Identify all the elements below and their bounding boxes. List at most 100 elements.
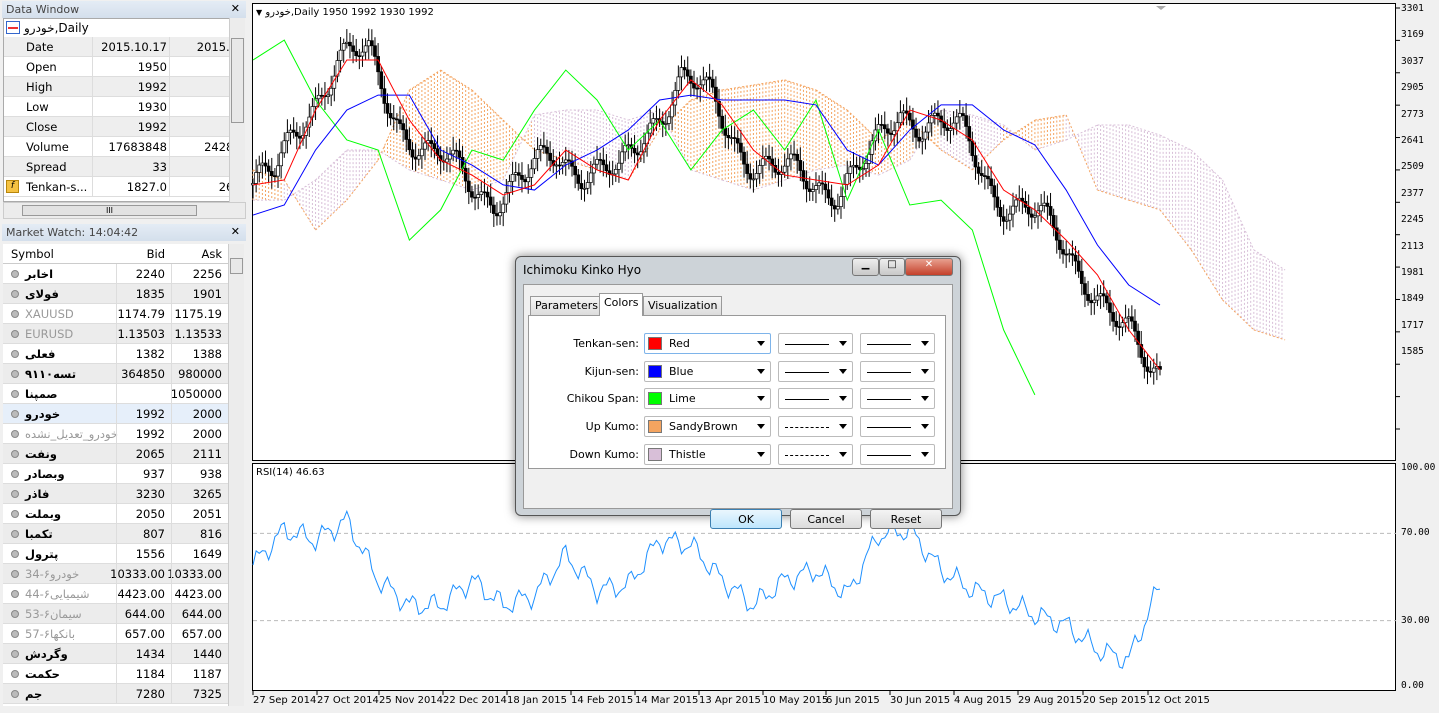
market-watch-row[interactable]: جم 7280 7325 [3, 684, 228, 704]
line-style-select[interactable] [778, 416, 853, 438]
market-watch-row[interactable]: خودرو_تعدیل_نشده 1992 2000 [3, 424, 228, 444]
divider [116, 344, 117, 364]
reset-button[interactable]: Reset [870, 509, 942, 529]
candle-body [704, 76, 709, 81]
market-watch-row[interactable]: فاذر 3230 3265 [3, 484, 228, 504]
candle-body [529, 168, 534, 178]
tab-colors[interactable]: Colors [599, 293, 644, 316]
line-width-select[interactable] [860, 416, 935, 438]
color-select[interactable]: Lime [644, 388, 771, 410]
market-watch-row[interactable]: اخابر 2240 2256 [3, 264, 228, 284]
candle-body [964, 115, 968, 127]
candle-body [1151, 367, 1156, 373]
col-ask[interactable]: Ask [201, 247, 222, 261]
status-dot-icon [11, 690, 19, 698]
divider [171, 544, 172, 564]
candle-body [404, 129, 409, 140]
market-watch-row[interactable]: EURUSD 1.13503 1.13533 [3, 324, 228, 344]
data-window-hscrollbar[interactable]: III [3, 202, 246, 219]
market-watch-row[interactable]: سیمان۶-53 644.00 644.00 [3, 604, 228, 624]
divider [92, 117, 93, 137]
line-style-select[interactable] [778, 443, 853, 465]
market-watch-row[interactable]: ونفت 2065 2111 [3, 444, 228, 464]
span-a-line [283, 179, 316, 231]
row-label: Open [26, 60, 57, 74]
color-select[interactable]: SandyBrown [644, 416, 771, 438]
divider [116, 644, 117, 664]
bid-value: 807 [143, 527, 165, 541]
chart-menu-arrow-icon[interactable]: ▼ [256, 8, 262, 17]
rsi-label: RSI(14) 46.63 [256, 467, 325, 478]
scroll-thumb[interactable]: III [22, 205, 197, 216]
market-watch-row[interactable]: وگردش 1434 1440 [3, 644, 228, 664]
candle-body [701, 79, 706, 86]
cancel-button[interactable]: Cancel [790, 509, 862, 529]
market-watch-row[interactable]: وبملت 2050 2051 [3, 504, 228, 524]
candle-body [588, 172, 593, 183]
col-bid[interactable]: Bid [147, 247, 165, 261]
tab-parameters[interactable]: Parameters [530, 296, 603, 315]
candle-body [1145, 366, 1150, 372]
candle-body [298, 135, 302, 139]
candle-body [254, 172, 258, 184]
chevron-down-icon [757, 424, 765, 430]
candle-body [348, 41, 352, 47]
ok-button[interactable]: OK [710, 509, 782, 529]
market-watch-scrollbar[interactable] [228, 244, 244, 706]
candle-body [476, 194, 481, 198]
tab-visualization[interactable]: Visualization [643, 296, 723, 315]
market-watch-row[interactable]: XAUUSD 1174.79 1175.19 [3, 304, 228, 324]
close-icon[interactable]: ✕ [231, 2, 240, 15]
market-watch-row[interactable]: تکمبا 807 816 [3, 524, 228, 544]
maximize-button[interactable]: □ [879, 258, 905, 276]
candle-body [491, 204, 496, 214]
market-watch-row[interactable]: پترول 1556 1649 [3, 544, 228, 564]
candle-body [1108, 302, 1112, 313]
candle-body [1039, 205, 1044, 212]
data-window-row: Volume 17683848 242819 [4, 137, 229, 157]
close-button[interactable]: ✕ [905, 258, 953, 276]
market-watch-row[interactable]: شیمیایی۶-44 4423.00 4423.00 [3, 584, 228, 604]
market-watch-row[interactable]: حکمت 1184 1187 [3, 664, 228, 684]
line-width-select[interactable] [860, 333, 935, 354]
ask-value: 1901 [192, 287, 222, 301]
minimize-button[interactable]: ▁ [852, 258, 879, 276]
market-watch-row[interactable]: صمپنا 1050000 [3, 384, 228, 404]
candle-body [654, 118, 659, 120]
candle-body [273, 175, 277, 177]
market-watch-row[interactable]: خودرو 1992 2000 [3, 404, 228, 424]
market-watch-row[interactable]: وبصادر 937 938 [3, 464, 228, 484]
symbol-name: شیمیایی۶-44 [25, 587, 90, 601]
candle-body [954, 116, 959, 124]
candle-body [1133, 320, 1137, 332]
line-width-select[interactable] [860, 360, 935, 382]
close-icon[interactable]: ✕ [231, 225, 240, 238]
color-swatch [648, 447, 662, 461]
candle-body [932, 112, 937, 116]
color-select[interactable]: Thistle [644, 443, 771, 465]
market-watch-row[interactable]: خودرو۶-34 10333.00 10333.00 [3, 564, 228, 584]
symbol-name: وبصادر [25, 467, 65, 481]
market-watch-row[interactable]: بانکها۶-57 657.00 657.00 [3, 624, 228, 644]
candle-body [748, 173, 753, 180]
line-style-select[interactable] [778, 360, 853, 382]
line-width-select[interactable] [860, 443, 935, 465]
candle-body [376, 56, 380, 73]
line-width-select[interactable] [860, 388, 935, 410]
col-symbol[interactable]: Symbol [11, 247, 54, 261]
candle-body [620, 151, 624, 164]
line-width-preview [867, 399, 911, 401]
market-watch-row[interactable]: فولای 1835 1901 [3, 284, 228, 304]
color-select[interactable]: Blue [644, 360, 771, 382]
market-watch-row[interactable]: فعلی 1382 1388 [3, 344, 228, 364]
market-watch-row[interactable]: تسه۹۱۱۰ 364850 980000 [3, 364, 228, 384]
bid-value: 3230 [135, 487, 165, 501]
line-style-select[interactable] [778, 333, 853, 354]
candle-body [979, 173, 984, 176]
color-select[interactable]: Red [644, 333, 771, 354]
bid-value: 1382 [135, 347, 165, 361]
candle-body [1101, 293, 1106, 297]
line-style-select[interactable] [778, 388, 853, 410]
data-window-scrollbar[interactable] [229, 18, 245, 202]
candle-body [291, 129, 296, 133]
